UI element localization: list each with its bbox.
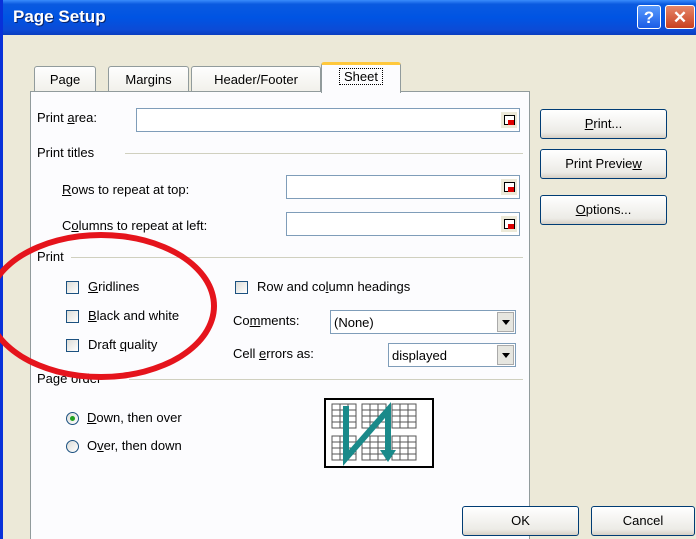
tab-header-footer[interactable]: Header/Footer bbox=[191, 66, 321, 92]
options-button[interactable]: Options... bbox=[540, 195, 667, 225]
gridlines-checkbox[interactable] bbox=[66, 281, 79, 294]
comments-select[interactable]: (None) bbox=[330, 310, 516, 334]
ok-button[interactable]: OK bbox=[462, 506, 579, 536]
cell-errors-label: Cell errors as: bbox=[233, 346, 314, 361]
over-then-down-radio[interactable] bbox=[66, 440, 79, 453]
print-area-label: Print area: bbox=[37, 110, 97, 125]
rows-to-repeat-label: Rows to repeat at top: bbox=[62, 182, 190, 197]
down-then-over-radio[interactable] bbox=[66, 412, 79, 425]
chevron-down-icon[interactable] bbox=[497, 312, 514, 332]
collapse-dialog-icon[interactable] bbox=[501, 216, 517, 232]
print-preview-button[interactable]: Print Preview bbox=[540, 149, 667, 179]
page-order-heading: Page order bbox=[37, 371, 102, 386]
black-and-white-checkbox[interactable] bbox=[66, 310, 79, 323]
title-bar: Page Setup ? ✕ bbox=[3, 0, 696, 35]
tab-page[interactable]: Page bbox=[34, 66, 96, 92]
draft-quality-checkbox[interactable] bbox=[66, 339, 79, 352]
comments-value: (None) bbox=[334, 315, 374, 330]
columns-to-repeat-label: Columns to repeat at left: bbox=[62, 218, 208, 233]
print-titles-heading: Print titles bbox=[37, 145, 95, 160]
over-then-down-label: Over, then down bbox=[87, 438, 182, 453]
chevron-down-icon[interactable] bbox=[497, 345, 514, 365]
gridlines-label: Gridlines bbox=[88, 279, 140, 294]
comments-label: Comments: bbox=[233, 313, 300, 328]
print-heading: Print bbox=[37, 249, 64, 264]
page-setup-dialog: Page Setup ? ✕ Page Margins Header/Foote… bbox=[0, 0, 696, 539]
cell-errors-value: displayed bbox=[392, 348, 447, 363]
help-button[interactable]: ? bbox=[637, 5, 661, 29]
page-order-preview-icon bbox=[324, 398, 434, 468]
rows-to-repeat-input[interactable] bbox=[286, 175, 520, 199]
group-divider bbox=[129, 379, 523, 380]
close-button[interactable]: ✕ bbox=[665, 5, 695, 29]
draft-quality-label: Draft quality bbox=[88, 337, 158, 352]
group-divider bbox=[71, 257, 523, 258]
cell-errors-select[interactable]: displayed bbox=[388, 343, 516, 367]
collapse-dialog-icon[interactable] bbox=[501, 179, 517, 195]
tab-margins[interactable]: Margins bbox=[108, 66, 189, 92]
tab-sheet[interactable]: Sheet bbox=[321, 62, 401, 93]
print-area-input[interactable] bbox=[136, 108, 520, 132]
row-column-headings-label: Row and column headings bbox=[257, 279, 411, 294]
group-divider bbox=[125, 153, 523, 154]
row-column-headings-checkbox[interactable] bbox=[235, 281, 248, 294]
print-button[interactable]: Print... bbox=[540, 109, 667, 139]
down-then-over-label: Down, then over bbox=[87, 410, 182, 425]
black-and-white-label: Black and white bbox=[88, 308, 180, 323]
tab-sheet-label: Sheet bbox=[339, 68, 383, 85]
cancel-button[interactable]: Cancel bbox=[591, 506, 695, 536]
columns-to-repeat-input[interactable] bbox=[286, 212, 520, 236]
collapse-dialog-icon[interactable] bbox=[501, 112, 517, 128]
window-title: Page Setup bbox=[13, 7, 106, 26]
